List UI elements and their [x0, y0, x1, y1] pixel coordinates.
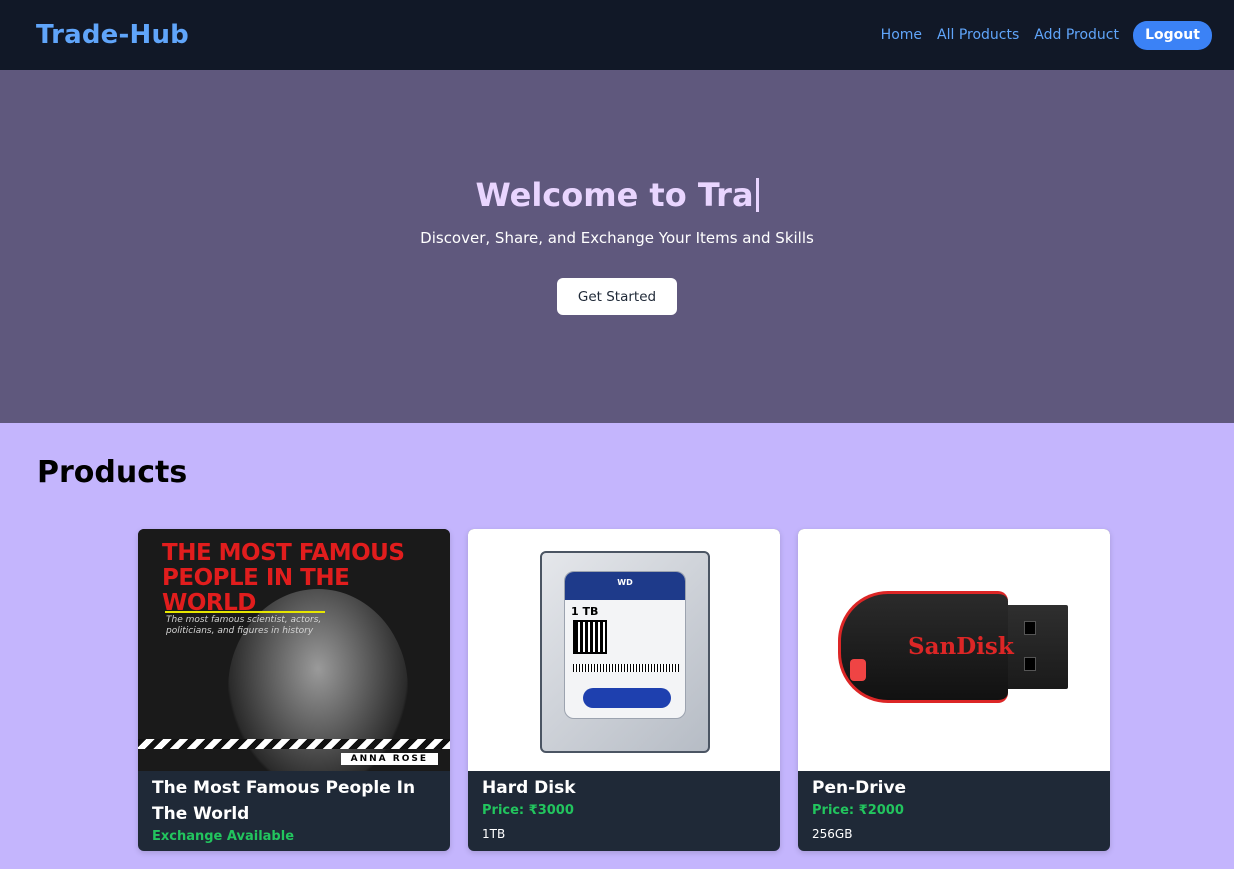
- logout-button[interactable]: Logout: [1133, 20, 1212, 50]
- hdd-brand: WD: [565, 572, 685, 600]
- hero-section: Welcome to Tra Discover, Share, and Exch…: [0, 70, 1234, 423]
- nav-link-all-products[interactable]: All Products: [937, 27, 1019, 43]
- product-grid: THE MOST FAMOUS PEOPLE IN THE WORLD The …: [138, 529, 1234, 851]
- product-title: Pen-Drive: [812, 778, 907, 798]
- nav-links: Home All Products Add Product Logout: [866, 20, 1212, 50]
- navbar: Trade-Hub Home All Products Add Product …: [0, 0, 1234, 70]
- product-card[interactable]: SanDisk Pen-Drive Price: ₹2000 256GB: [798, 529, 1110, 851]
- qr-code-icon: [573, 620, 607, 654]
- hero-title-text: Welcome to Tra: [475, 176, 754, 214]
- product-card[interactable]: WD 1 TB Hard Disk Price: ₹3000 1TB: [468, 529, 780, 851]
- product-image-pen-drive: SanDisk: [798, 529, 1110, 771]
- usb-connector-hole: [1024, 657, 1036, 671]
- products-section: Products THE MOST FAMOUS PEOPLE IN THE W…: [0, 423, 1234, 851]
- usb-connector-hole: [1024, 621, 1036, 635]
- barcode-icon: [573, 664, 679, 672]
- product-image-hard-disk: WD 1 TB: [468, 529, 780, 771]
- hdd-capacity: 1 TB: [571, 605, 599, 618]
- product-description: 1TB: [482, 827, 506, 841]
- card-body: Hard Disk Price: ₹3000 1TB: [468, 771, 780, 841]
- product-price: Price: ₹3000: [482, 803, 574, 818]
- usb-slider: [850, 659, 866, 681]
- hero-subtitle: Discover, Share, and Exchange Your Items…: [420, 229, 814, 247]
- get-started-button[interactable]: Get Started: [557, 278, 677, 315]
- hdd-label: WD 1 TB: [564, 571, 686, 719]
- book-cover-title: THE MOST FAMOUS PEOPLE IN THE WORLD: [162, 540, 405, 616]
- product-card[interactable]: THE MOST FAMOUS PEOPLE IN THE WORLD The …: [138, 529, 450, 851]
- card-body: Pen-Drive Price: ₹2000 256GB: [798, 771, 1110, 841]
- product-image-book: THE MOST FAMOUS PEOPLE IN THE WORLD The …: [138, 529, 450, 771]
- exchange-status: Exchange Available: [152, 829, 295, 844]
- book-cover-stripe: [138, 739, 450, 749]
- hdd-blue-badge: [583, 688, 671, 708]
- product-price: Price: ₹2000: [812, 803, 904, 818]
- brand-logo[interactable]: Trade-Hub: [36, 20, 189, 50]
- typing-cursor: [755, 178, 759, 212]
- usb-brand: SanDisk: [908, 633, 1014, 660]
- product-title: The Most Famous People In The World: [152, 778, 416, 824]
- book-cover-subtitle: The most famous scientist, actors, polit…: [166, 615, 322, 636]
- hero-title: Welcome to Tra: [475, 175, 759, 215]
- card-body: The Most Famous People In The World Exch…: [138, 771, 450, 847]
- product-title: Hard Disk: [482, 778, 576, 798]
- nav-link-add-product[interactable]: Add Product: [1034, 27, 1119, 43]
- nav-link-home[interactable]: Home: [881, 27, 922, 43]
- book-cover-rule: [165, 611, 325, 613]
- product-description: 256GB: [812, 827, 853, 841]
- products-heading: Products: [37, 455, 188, 490]
- book-cover-author: ANNA ROSE: [340, 753, 438, 765]
